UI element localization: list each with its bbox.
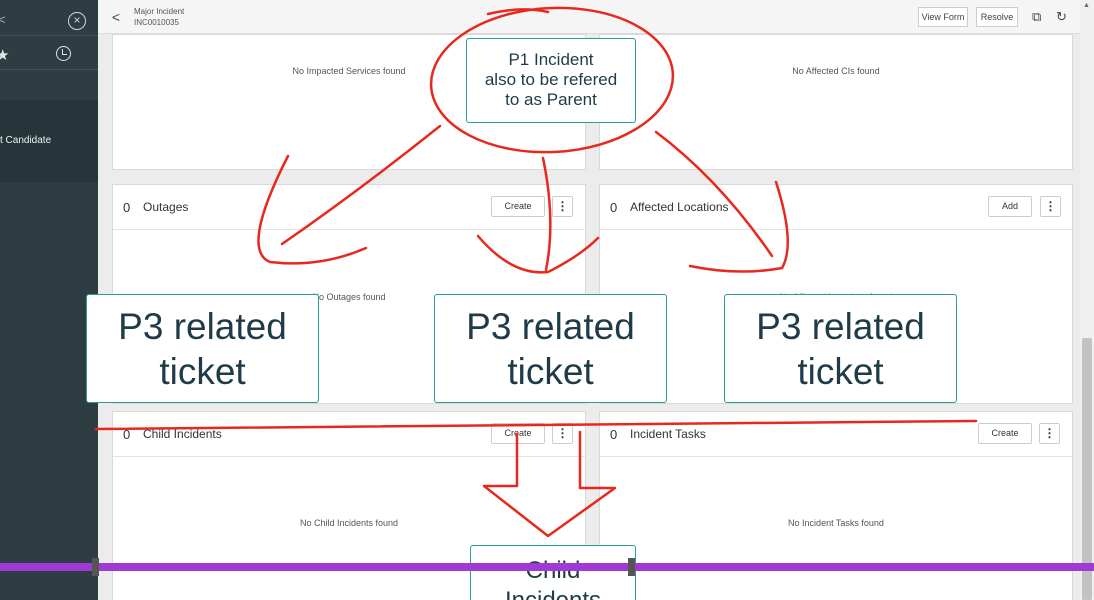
p3-callout-line1: P3 related	[756, 306, 925, 347]
child-incidents-callout: Child Incidents	[470, 545, 636, 600]
timeline-bar[interactable]	[0, 563, 1094, 571]
p3-callout-right: P3 related ticket	[724, 294, 957, 403]
arrow-middle-hook-mark	[476, 234, 600, 274]
arrow-left-hook-mark	[257, 154, 368, 265]
down-arrow-mark	[482, 430, 617, 538]
p1-parent-callout: P1 Incident also to be refered to as Par…	[466, 38, 636, 123]
arrow-middle-mark	[541, 156, 552, 272]
p3-callout-line2: ticket	[797, 351, 884, 392]
p3-callout-line1: P3 related	[118, 306, 287, 347]
p3-callout-left: P3 related ticket	[86, 294, 319, 403]
p3-callout-line2: ticket	[507, 351, 594, 392]
p1-callout-line3: to as Parent	[505, 90, 597, 109]
arrow-left-mark	[280, 124, 442, 246]
p3-callout-line2: ticket	[159, 351, 246, 392]
timeline-marker-end[interactable]	[628, 558, 635, 576]
p1-callout-line2: also to be refered	[484, 70, 618, 89]
divider-line-mark	[94, 419, 978, 431]
p3-callout-middle: P3 related ticket	[434, 294, 667, 403]
arrow-right-hook-mark	[688, 180, 790, 273]
timeline-marker-start[interactable]	[92, 558, 99, 576]
child-callout-line2: Incidents	[471, 586, 635, 600]
arrow-right-mark	[654, 130, 774, 258]
p3-callout-line1: P3 related	[466, 306, 635, 347]
p1-callout-line1: P1 Incident	[508, 50, 594, 69]
child-callout-line1: Child	[471, 556, 635, 586]
